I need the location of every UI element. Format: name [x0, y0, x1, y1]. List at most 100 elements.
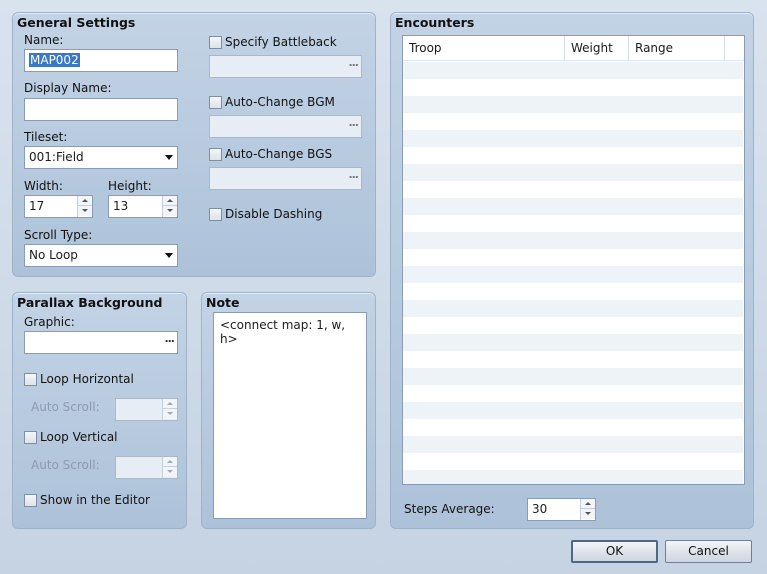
- table-row[interactable]: [403, 317, 743, 334]
- auto-scroll-horizontal-stepper: [115, 398, 178, 421]
- note-panel: Note <connect map: 1, w, h>: [201, 292, 376, 529]
- spin-down-icon[interactable]: [581, 509, 595, 519]
- spin-down-icon[interactable]: [163, 206, 177, 216]
- column-header-weight[interactable]: Weight: [565, 36, 629, 61]
- bgs-field: ...: [209, 167, 362, 190]
- table-row[interactable]: [403, 215, 743, 232]
- table-row[interactable]: [403, 419, 743, 436]
- table-row[interactable]: [403, 232, 743, 249]
- parallax-background-panel: Parallax Background Graphic: ... Loop Ho…: [12, 292, 187, 529]
- show-in-editor-label[interactable]: Show in the Editor: [40, 493, 150, 507]
- auto-change-bgs-checkbox[interactable]: [209, 148, 222, 161]
- bgm-field: ...: [209, 115, 362, 138]
- table-row[interactable]: [403, 283, 743, 300]
- general-settings-panel: General Settings Name: MAP002 Display Na…: [12, 12, 376, 277]
- column-header-range[interactable]: Range: [629, 36, 725, 61]
- display-name-input[interactable]: [24, 98, 178, 121]
- general-settings-title: General Settings: [17, 15, 136, 30]
- name-label: Name:: [24, 33, 64, 47]
- dropdown-arrow-icon: [165, 155, 173, 160]
- table-row[interactable]: [403, 385, 743, 402]
- disable-dashing-checkbox[interactable]: [209, 208, 222, 221]
- loop-vertical-label[interactable]: Loop Vertical: [40, 430, 118, 444]
- specify-battleback-label[interactable]: Specify Battleback: [225, 35, 337, 49]
- steps-average-label: Steps Average:: [404, 502, 495, 516]
- encounters-table[interactable]: Troop Weight Range: [402, 35, 745, 485]
- battleback-field: ...: [209, 55, 362, 78]
- steps-average-value: 30: [532, 502, 548, 516]
- table-row[interactable]: [403, 249, 743, 266]
- table-row[interactable]: [403, 453, 743, 470]
- spin-up-icon[interactable]: [581, 499, 595, 509]
- scroll-type-select[interactable]: No Loop: [24, 244, 178, 267]
- encounters-table-header: Troop Weight Range: [403, 36, 744, 61]
- spin-down-icon[interactable]: [78, 206, 92, 216]
- loop-horizontal-checkbox[interactable]: [24, 373, 37, 386]
- table-row[interactable]: [403, 334, 743, 351]
- table-row[interactable]: [403, 351, 743, 368]
- table-row[interactable]: [403, 436, 743, 453]
- encounters-panel: Encounters Troop Weight Range Steps Aver…: [390, 12, 754, 529]
- width-value: 17: [29, 199, 45, 213]
- cancel-button[interactable]: Cancel: [665, 540, 752, 563]
- table-row[interactable]: [403, 147, 743, 164]
- table-row[interactable]: [403, 402, 743, 419]
- table-row[interactable]: [403, 113, 743, 130]
- tileset-select[interactable]: 001:Field: [24, 146, 178, 169]
- auto-change-bgs-label[interactable]: Auto-Change BGS: [225, 147, 332, 161]
- auto-scroll-vertical-spinner: [162, 457, 177, 478]
- parallax-background-title: Parallax Background: [17, 295, 163, 310]
- steps-average-spinner[interactable]: [580, 499, 595, 520]
- table-row[interactable]: [403, 62, 743, 79]
- table-row[interactable]: [403, 181, 743, 198]
- height-spinner[interactable]: [162, 196, 177, 217]
- auto-change-bgm-checkbox[interactable]: [209, 96, 222, 109]
- note-textarea[interactable]: <connect map: 1, w, h>: [213, 312, 367, 519]
- tileset-label: Tileset:: [24, 130, 68, 144]
- table-row[interactable]: [403, 368, 743, 385]
- spin-up-icon: [163, 457, 177, 467]
- graphic-field[interactable]: ...: [24, 331, 178, 354]
- browse-ellipsis-icon: ...: [348, 168, 359, 181]
- graphic-label: Graphic:: [24, 315, 75, 329]
- tileset-select-value: 001:Field: [29, 150, 84, 164]
- dropdown-arrow-icon: [165, 253, 173, 258]
- width-label: Width:: [24, 179, 63, 193]
- table-row[interactable]: [403, 130, 743, 147]
- name-input-value: MAP002: [29, 53, 80, 67]
- loop-horizontal-label[interactable]: Loop Horizontal: [40, 372, 134, 386]
- browse-ellipsis-icon: ...: [348, 116, 359, 129]
- scroll-type-value: No Loop: [29, 248, 78, 262]
- table-row[interactable]: [403, 300, 743, 317]
- spin-down-icon: [163, 409, 177, 419]
- table-row[interactable]: [403, 198, 743, 215]
- spin-up-icon[interactable]: [163, 196, 177, 206]
- width-stepper[interactable]: 17: [24, 195, 93, 218]
- browse-ellipsis-icon[interactable]: ...: [164, 332, 175, 345]
- browse-ellipsis-icon: ...: [348, 56, 359, 69]
- show-in-editor-checkbox[interactable]: [24, 494, 37, 507]
- loop-vertical-checkbox[interactable]: [24, 431, 37, 444]
- auto-change-bgm-label[interactable]: Auto-Change BGM: [225, 95, 335, 109]
- auto-scroll-horizontal-label: Auto Scroll:: [31, 400, 100, 414]
- auto-scroll-horizontal-spinner: [162, 399, 177, 420]
- table-row[interactable]: [403, 164, 743, 181]
- table-row[interactable]: [403, 470, 743, 484]
- height-value: 13: [113, 199, 129, 213]
- spin-up-icon: [163, 399, 177, 409]
- column-header-troop[interactable]: Troop: [403, 36, 565, 61]
- steps-average-stepper[interactable]: 30: [527, 498, 596, 521]
- height-stepper[interactable]: 13: [108, 195, 178, 218]
- specify-battleback-checkbox[interactable]: [209, 36, 222, 49]
- spin-up-icon[interactable]: [78, 196, 92, 206]
- width-spinner[interactable]: [77, 196, 92, 217]
- encounters-title: Encounters: [395, 15, 475, 30]
- table-row[interactable]: [403, 266, 743, 283]
- spin-down-icon: [163, 467, 177, 477]
- disable-dashing-label[interactable]: Disable Dashing: [225, 207, 322, 221]
- auto-scroll-vertical-stepper: [115, 456, 178, 479]
- name-input[interactable]: MAP002: [24, 49, 178, 72]
- table-row[interactable]: [403, 96, 743, 113]
- table-row[interactable]: [403, 79, 743, 96]
- ok-button[interactable]: OK: [571, 540, 658, 563]
